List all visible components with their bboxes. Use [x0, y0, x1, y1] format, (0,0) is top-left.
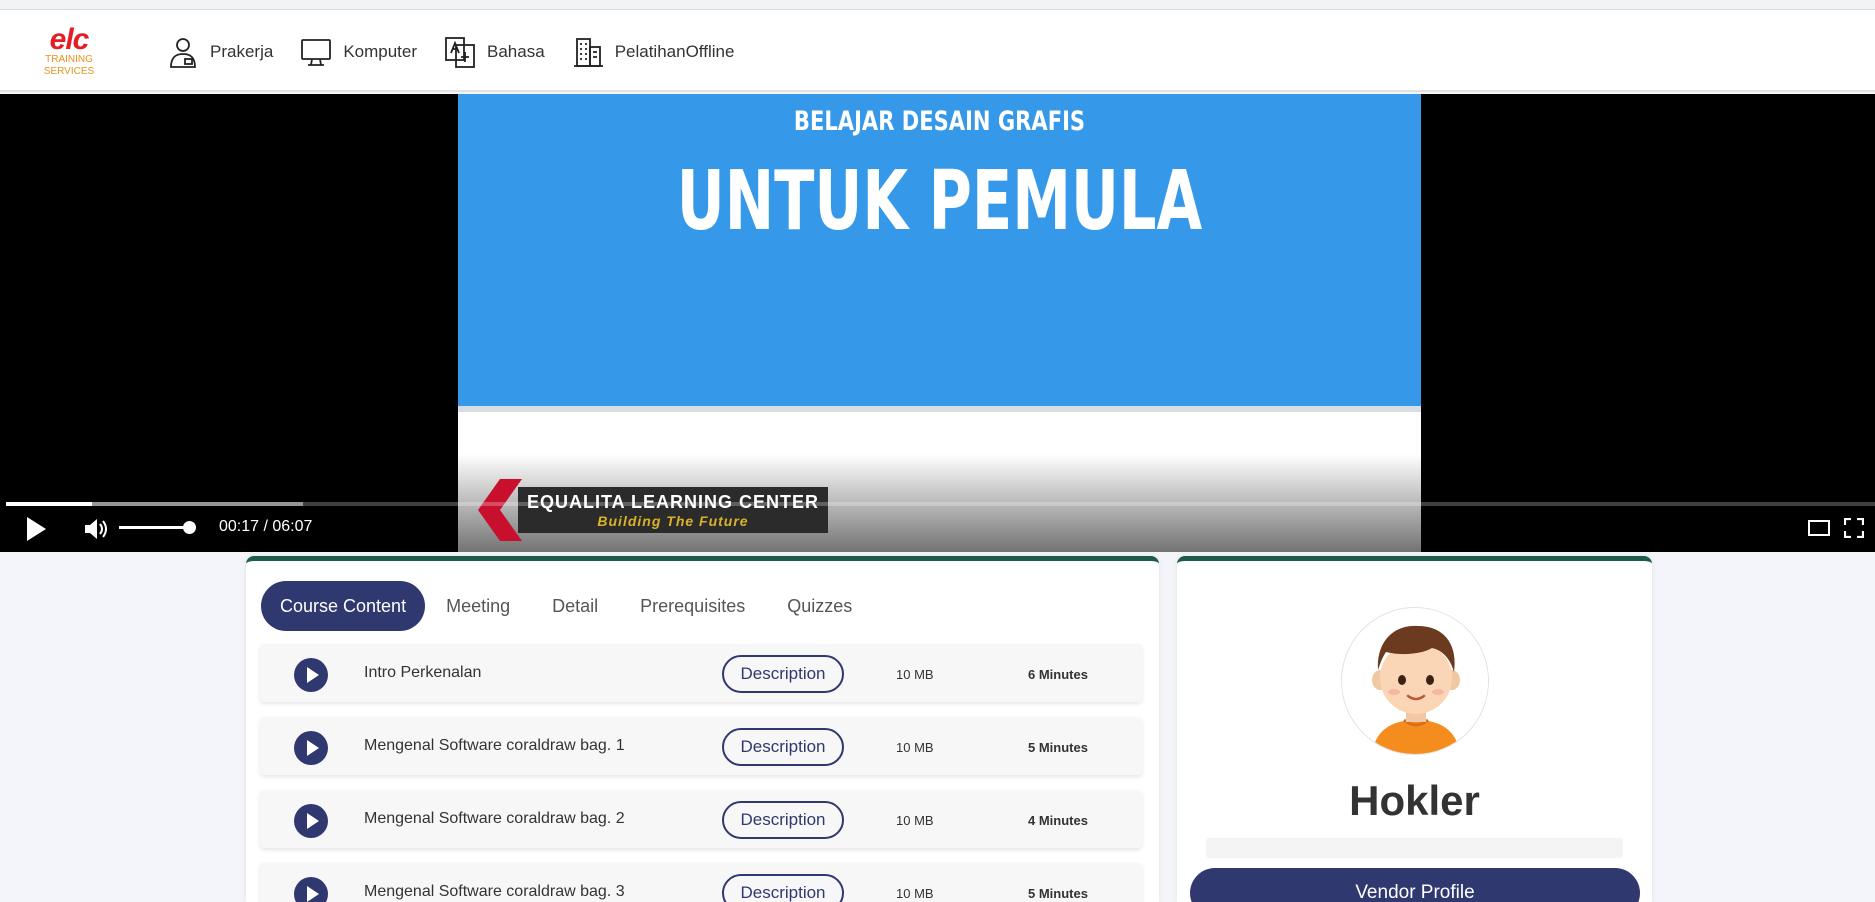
nav-label: Bahasa [487, 42, 545, 61]
theater-mode-icon[interactable] [1808, 520, 1830, 536]
course-tabs: Course Content Meeting Detail Prerequisi… [261, 581, 873, 631]
building-icon [573, 38, 603, 67]
description-button[interactable]: Description [722, 801, 844, 839]
lesson-duration: 5 Minutes [1028, 740, 1088, 755]
tab-quizzes[interactable]: Quizzes [766, 581, 873, 631]
description-button[interactable]: Description [722, 874, 844, 902]
lesson-duration: 6 Minutes [1028, 667, 1088, 682]
slide-title: UNTUK PEMULA [676, 154, 1203, 249]
play-lesson-button[interactable] [294, 804, 328, 838]
site-header: elc TRAINING SERVICES Prakerja Komputer [0, 10, 1875, 92]
play-lesson-button[interactable] [294, 877, 328, 902]
monitor-icon [301, 39, 332, 66]
avatar-boy-icon [1342, 608, 1488, 754]
play-lesson-button[interactable] [294, 731, 328, 765]
volume-icon[interactable] [82, 515, 110, 543]
lesson-row: Intro Perkenalan Description 10 MB 6 Min… [260, 644, 1142, 702]
play-icon[interactable] [24, 515, 48, 543]
fullscreen-icon[interactable] [1844, 518, 1864, 538]
logo-subtext-2: SERVICES [43, 66, 95, 77]
main-nav: Prakerja Komputer Bahasa PelatihanOfflin… [166, 32, 760, 72]
chevron-left-icon [478, 479, 522, 541]
nav-item-komputer[interactable]: Komputer [299, 35, 417, 69]
vendor-info-placeholder [1206, 838, 1623, 858]
nav-label: PelatihanOffline [614, 42, 735, 61]
lesson-title: Mengenal Software coraldraw bag. 3 [364, 883, 625, 900]
tab-course-content[interactable]: Course Content [261, 581, 426, 631]
course-content-card: Course Content Meeting Detail Prerequisi… [246, 556, 1159, 902]
video-player[interactable]: BELAJAR DESAIN GRAFIS UNTUK PEMULA EQUAL… [0, 94, 1875, 552]
lesson-duration: 4 Minutes [1028, 813, 1088, 828]
time-display: 00:17 / 06:07 [219, 518, 313, 535]
vendor-profile-button[interactable]: Vendor Profile [1190, 868, 1640, 902]
volume-slider[interactable] [119, 526, 189, 529]
translate-icon [445, 37, 475, 68]
slide-subtitle: BELAJAR DESAIN GRAFIS [793, 106, 1086, 137]
nav-item-prakerja[interactable]: Prakerja [166, 35, 273, 69]
nav-item-bahasa[interactable]: Bahasa [443, 35, 545, 69]
play-lesson-button[interactable] [294, 658, 328, 692]
nav-label: Prakerja [210, 42, 274, 61]
video-watermark: EQUALITA LEARNING CENTER Building The Fu… [478, 479, 830, 541]
person-badge-icon [170, 38, 196, 68]
tab-prerequisites[interactable]: Prerequisites [619, 581, 766, 631]
volume-slider-knob[interactable] [183, 521, 196, 534]
tab-detail[interactable]: Detail [531, 581, 619, 631]
watermark-tagline: Building The Future [597, 513, 749, 529]
lesson-row: Mengenal Software coraldraw bag. 3 Descr… [260, 863, 1142, 902]
description-button[interactable]: Description [722, 728, 844, 766]
logo-subtext-1: TRAINING [45, 54, 93, 65]
vendor-name: Hokler [1349, 777, 1480, 824]
tab-meeting[interactable]: Meeting [425, 581, 531, 631]
nav-item-pelatihan-offline[interactable]: PelatihanOffline [571, 35, 735, 69]
lesson-title: Mengenal Software coraldraw bag. 2 [364, 810, 625, 827]
nav-label: Komputer [343, 42, 418, 61]
lesson-title: Mengenal Software coraldraw bag. 1 [364, 737, 625, 754]
slide-divider [458, 406, 1421, 412]
lesson-row: Mengenal Software coraldraw bag. 2 Descr… [260, 790, 1142, 848]
site-logo[interactable]: elc TRAINING SERVICES [36, 23, 102, 82]
avatar [1341, 607, 1489, 755]
lesson-duration: 5 Minutes [1028, 886, 1088, 901]
lesson-size: 10 MB [896, 886, 934, 901]
seek-played [6, 502, 92, 506]
description-button[interactable]: Description [722, 655, 844, 693]
seek-bar[interactable] [6, 502, 1875, 506]
lesson-size: 10 MB [896, 813, 934, 828]
lesson-row: Mengenal Software coraldraw bag. 1 Descr… [260, 717, 1142, 775]
vendor-card: Hokler Vendor Profile [1177, 556, 1652, 902]
lesson-size: 10 MB [896, 740, 934, 755]
logo-mark: elc [49, 23, 90, 56]
lesson-size: 10 MB [896, 667, 934, 682]
lesson-title: Intro Perkenalan [364, 664, 482, 681]
browser-top-strip [0, 0, 1875, 10]
